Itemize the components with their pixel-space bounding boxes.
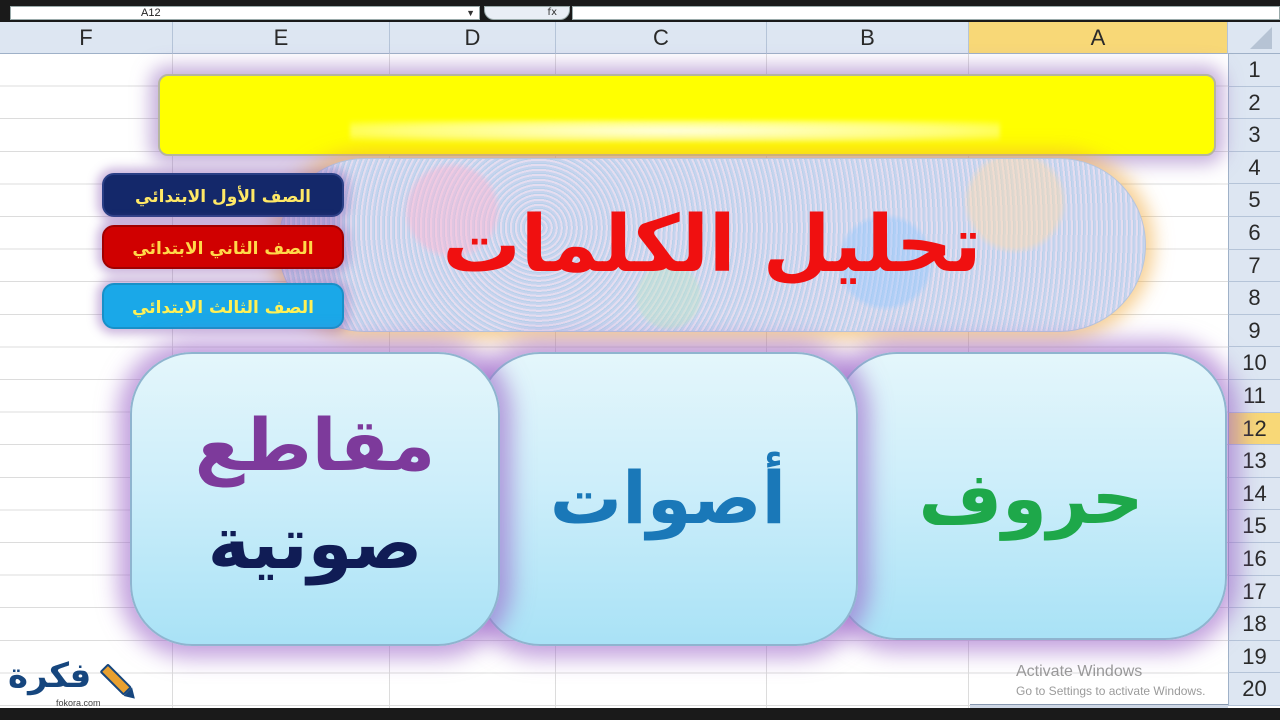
sounds-label: أصوات [549, 456, 787, 540]
grade-3-button[interactable]: الصف الثالث الابتدائي [102, 283, 344, 329]
column-header-b[interactable]: B [767, 22, 969, 54]
column-header-a[interactable]: A [969, 22, 1228, 54]
syllables-label-line-1: مقاطع [194, 403, 436, 487]
row-header[interactable]: 20 [1228, 673, 1280, 706]
grade-1-button[interactable]: الصف الأول الابتدائي [102, 173, 344, 217]
row-header[interactable]: 13 [1228, 445, 1280, 478]
pencil-icon [100, 664, 135, 699]
row-header[interactable]: 3 [1228, 119, 1280, 152]
name-box-value: A12 [141, 7, 161, 19]
logo-url: fokora.com [56, 698, 101, 708]
row-header[interactable]: 9 [1228, 314, 1280, 348]
chevron-down-icon[interactable]: ▼ [466, 7, 475, 19]
row-header[interactable]: 4 [1228, 151, 1280, 185]
row-header[interactable]: 1 [1228, 54, 1280, 87]
yellow-banner-shape[interactable] [158, 74, 1216, 156]
activate-windows-subtitle: Go to Settings to activate Windows. [1016, 684, 1206, 698]
letters-label: حروف [918, 456, 1144, 540]
banner-glow [350, 120, 1000, 142]
row-header[interactable]: 19 [1228, 640, 1280, 674]
page-title: تحليل الكلمات [442, 200, 982, 290]
syllables-label-line-2: صوتية [207, 501, 423, 585]
formula-input[interactable] [572, 6, 1280, 20]
row-header[interactable]: 10 [1228, 347, 1280, 380]
row-header[interactable]: 15 [1228, 510, 1280, 543]
row-header[interactable]: 16 [1228, 543, 1280, 576]
column-header-e[interactable]: E [173, 22, 390, 54]
row-header[interactable]: 8 [1228, 282, 1280, 315]
name-box[interactable]: A12 ▼ [10, 6, 480, 20]
grade-2-button[interactable]: الصف الثاني الابتدائي [102, 225, 344, 269]
row-header[interactable]: 17 [1228, 575, 1280, 609]
row-header[interactable]: 18 [1228, 608, 1280, 641]
fx-button[interactable]: fx [484, 6, 570, 20]
row-header[interactable]: 14 [1228, 477, 1280, 511]
logo-text: فكرة [8, 656, 92, 696]
status-bar [0, 708, 1280, 720]
column-header-f[interactable]: F [0, 22, 173, 54]
row-header[interactable]: 2 [1228, 86, 1280, 120]
row-header-selected[interactable]: 12 [1228, 412, 1280, 446]
row-header[interactable]: 11 [1228, 380, 1280, 413]
fx-icon: fx [547, 7, 557, 18]
row-header[interactable]: 6 [1228, 217, 1280, 250]
formula-strip: A12 ▼ fx [0, 0, 1280, 22]
column-header-d[interactable]: D [390, 22, 556, 54]
row-header[interactable]: 7 [1228, 249, 1280, 283]
column-header-c[interactable]: C [556, 22, 767, 54]
row-header[interactable]: 5 [1228, 184, 1280, 217]
activate-windows-title: Activate Windows [1016, 663, 1143, 680]
select-all-corner[interactable] [1228, 22, 1280, 54]
